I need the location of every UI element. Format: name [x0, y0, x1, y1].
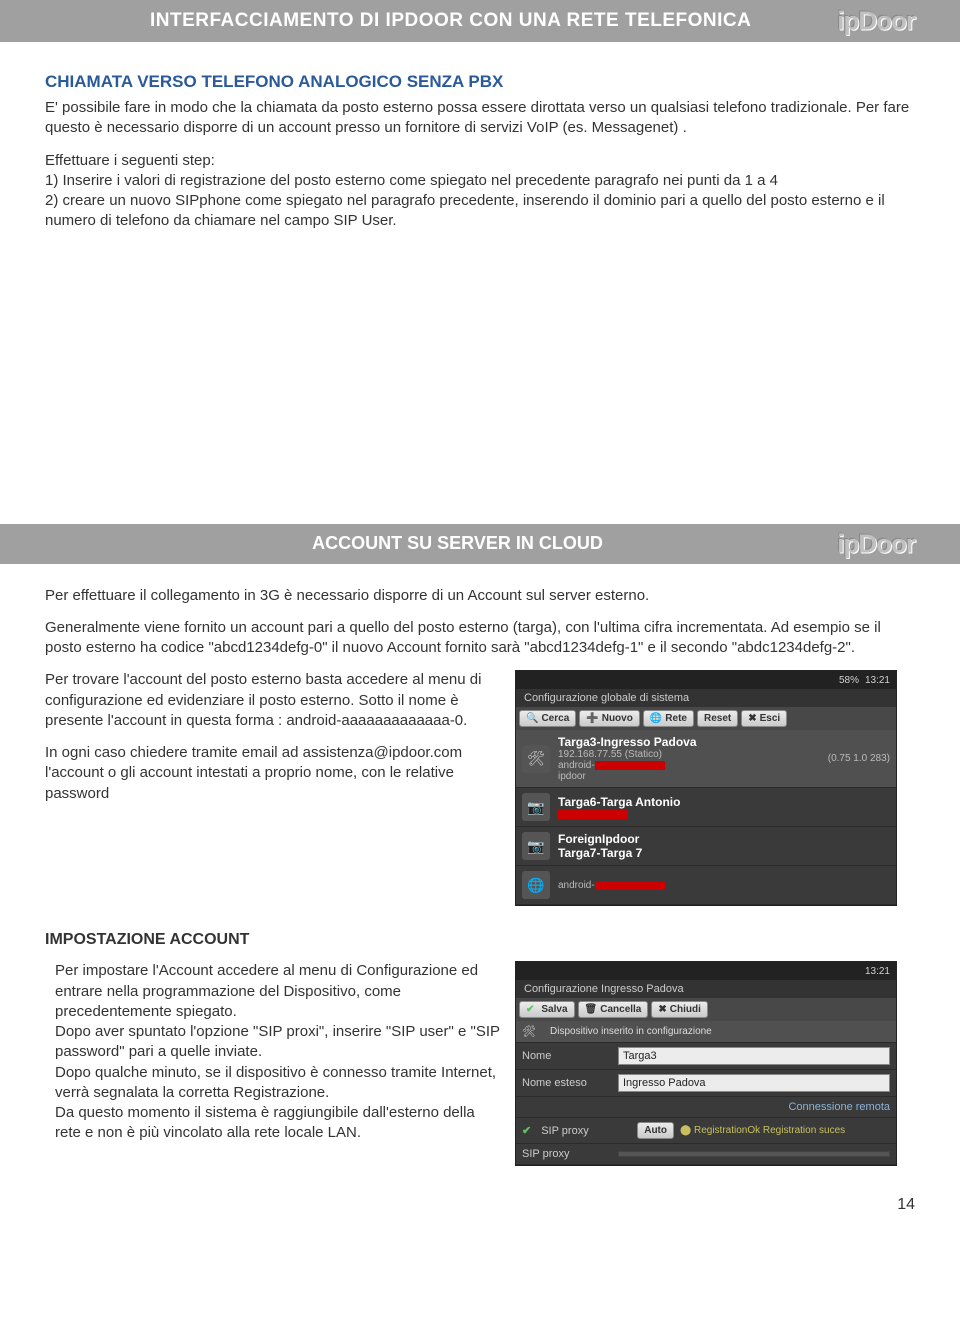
section-banner-account-cloud: ACCOUNT SU SERVER IN CLOUD [0, 524, 960, 564]
form-row-sip-proxy: ✔ SIP proxy Auto ⬤ RegistrationOk Regist… [516, 1118, 896, 1144]
globe-icon: 🌐 [650, 713, 662, 724]
section1-para1: E' possibile fare in modo che la chiamat… [45, 98, 915, 139]
redacted-bar [595, 881, 665, 890]
page-number: 14 [45, 1196, 915, 1214]
device-account-prefix: android- [558, 880, 595, 891]
form-row-sip-proxy-2: SIP proxy [516, 1144, 896, 1165]
label-nome-esteso: Nome esteso [522, 1077, 612, 1089]
status-icon: ⬤ [680, 1125, 694, 1136]
clock: 13:21 [865, 675, 890, 686]
nuovo-button[interactable]: ➕Nuovo [579, 710, 640, 727]
redacted-bar [558, 810, 628, 819]
device-row-targa3[interactable]: 🛠 Targa3-Ingresso Padova 192.168.77.55 (… [516, 730, 896, 788]
salva-button[interactable]: ✔Salva [519, 1001, 575, 1018]
check-icon: ✔ [522, 1124, 531, 1137]
section3-para1: Per impostare l'Account accedere al menu… [55, 961, 503, 1022]
device-subtitle: Targa7-Targa 7 [558, 846, 890, 860]
clock: 13:21 [865, 966, 890, 977]
header-banner: INTERFACCIAMENTO DI IPDOOR CON UNA RETE … [0, 0, 960, 42]
trash-icon: 🗑 [585, 1004, 598, 1015]
chiudi-button[interactable]: ✖Chiudi [651, 1001, 708, 1018]
rete-button[interactable]: 🌐Rete [643, 710, 694, 727]
device-row-targa7[interactable]: 🌐 android- [516, 866, 896, 905]
reset-button[interactable]: Reset [697, 710, 738, 727]
section3-para3: Dopo qualche minuto, se il dispositivo è… [55, 1063, 503, 1104]
check-icon: ✔ [526, 1004, 534, 1015]
device-icon: 🌐 [522, 871, 550, 899]
section1-para2: Effettuare i seguenti step: [45, 151, 915, 171]
auto-button[interactable]: Auto [637, 1122, 674, 1139]
wrench-icon: 🛠 [522, 745, 550, 773]
section-heading-impostazione: IMPOSTAZIONE ACCOUNT [45, 931, 915, 949]
section3-para4: Da questo momento il sistema è raggiungi… [55, 1103, 503, 1144]
label-sip-proxy-2: SIP proxy [522, 1148, 612, 1160]
plus-icon: ➕ [586, 713, 598, 724]
section2-para4: In ogni caso chiedere tramite email ad a… [45, 743, 503, 804]
section-banner-title: ACCOUNT SU SERVER IN CLOUD [312, 533, 603, 554]
device-icon: 📷 [522, 832, 550, 860]
status-bar: 58% 13:21 [516, 671, 896, 689]
section3-para2: Dopo aver spuntato l'opzione "SIP proxi"… [55, 1022, 503, 1063]
screenshot-ingresso-config: 13:21 Configurazione Ingresso Padova ✔Sa… [515, 961, 897, 1166]
search-icon: 🔍 [526, 713, 538, 724]
section2-para3: Per trovare l'account del posto esterno … [45, 670, 503, 731]
status-bar: 13:21 [516, 962, 896, 980]
esci-button[interactable]: ✖Esci [741, 710, 787, 727]
device-version: (0.75 1.0 283) [828, 753, 890, 764]
ipdoor-logo [837, 6, 915, 37]
section2-para1: Per effettuare il collegamento in 3G è n… [45, 586, 915, 606]
device-title: ForeignIpdoor [558, 832, 890, 846]
section1-step1: 1) Inserire i valori di registrazione de… [45, 171, 915, 191]
wrench-icon: 🛠 [522, 1025, 544, 1038]
battery-percent: 58% [839, 675, 859, 686]
device-account-prefix: android- [558, 760, 595, 771]
label-nome: Nome [522, 1050, 612, 1062]
device-row-foreign[interactable]: 📷 ForeignIpdoor Targa7-Targa 7 [516, 827, 896, 866]
input-sip-proxy[interactable] [618, 1151, 890, 1157]
close-icon: ✖ [748, 713, 756, 724]
connessione-remota-label: Connessione remota [516, 1097, 896, 1118]
panel-title: Configurazione globale di sistema [516, 689, 896, 707]
ipdoor-logo [837, 528, 915, 559]
cancella-button[interactable]: 🗑Cancella [578, 1001, 649, 1018]
device-row-targa6[interactable]: 📷 Targa6-Targa Antonio [516, 788, 896, 827]
device-title: Targa6-Targa Antonio [558, 795, 890, 809]
input-nome[interactable]: Targa3 [618, 1047, 890, 1065]
redacted-bar [595, 761, 665, 770]
section2-para2: Generalmente viene fornito un account pa… [45, 618, 915, 659]
device-title: Targa3-Ingresso Padova [558, 735, 820, 749]
toolbar: 🔍Cerca ➕Nuovo 🌐Rete Reset ✖Esci [516, 707, 896, 730]
close-icon: ✖ [658, 1004, 666, 1015]
screenshot-global-config: 58% 13:21 Configurazione globale di sist… [515, 670, 897, 906]
input-nome-esteso[interactable]: Ingresso Padova [618, 1074, 890, 1092]
config-note: Dispositivo inserito in configurazione [550, 1026, 890, 1037]
device-ip: 192.168.77.55 (Statico) [558, 749, 820, 760]
device-host: ipdoor [558, 771, 820, 782]
header-title: INTERFACCIAMENTO DI IPDOOR CON UNA RETE … [150, 10, 751, 32]
form-row-nome: Nome Targa3 [516, 1043, 896, 1070]
device-icon: 📷 [522, 793, 550, 821]
registration-status: ⬤ RegistrationOk Registration suces [680, 1125, 890, 1136]
label-sip-proxy: SIP proxy [541, 1125, 631, 1137]
panel-title: Configurazione Ingresso Padova [516, 980, 896, 998]
form-row-nome-esteso: Nome esteso Ingresso Padova [516, 1070, 896, 1097]
section1-step2: 2) creare un nuovo SIPphone come spiegat… [45, 191, 915, 232]
cerca-button[interactable]: 🔍Cerca [519, 710, 576, 727]
toolbar: ✔Salva 🗑Cancella ✖Chiudi [516, 998, 896, 1021]
section-heading-chiamata: CHIAMATA VERSO TELEFONO ANALOGICO SENZA … [45, 72, 915, 92]
